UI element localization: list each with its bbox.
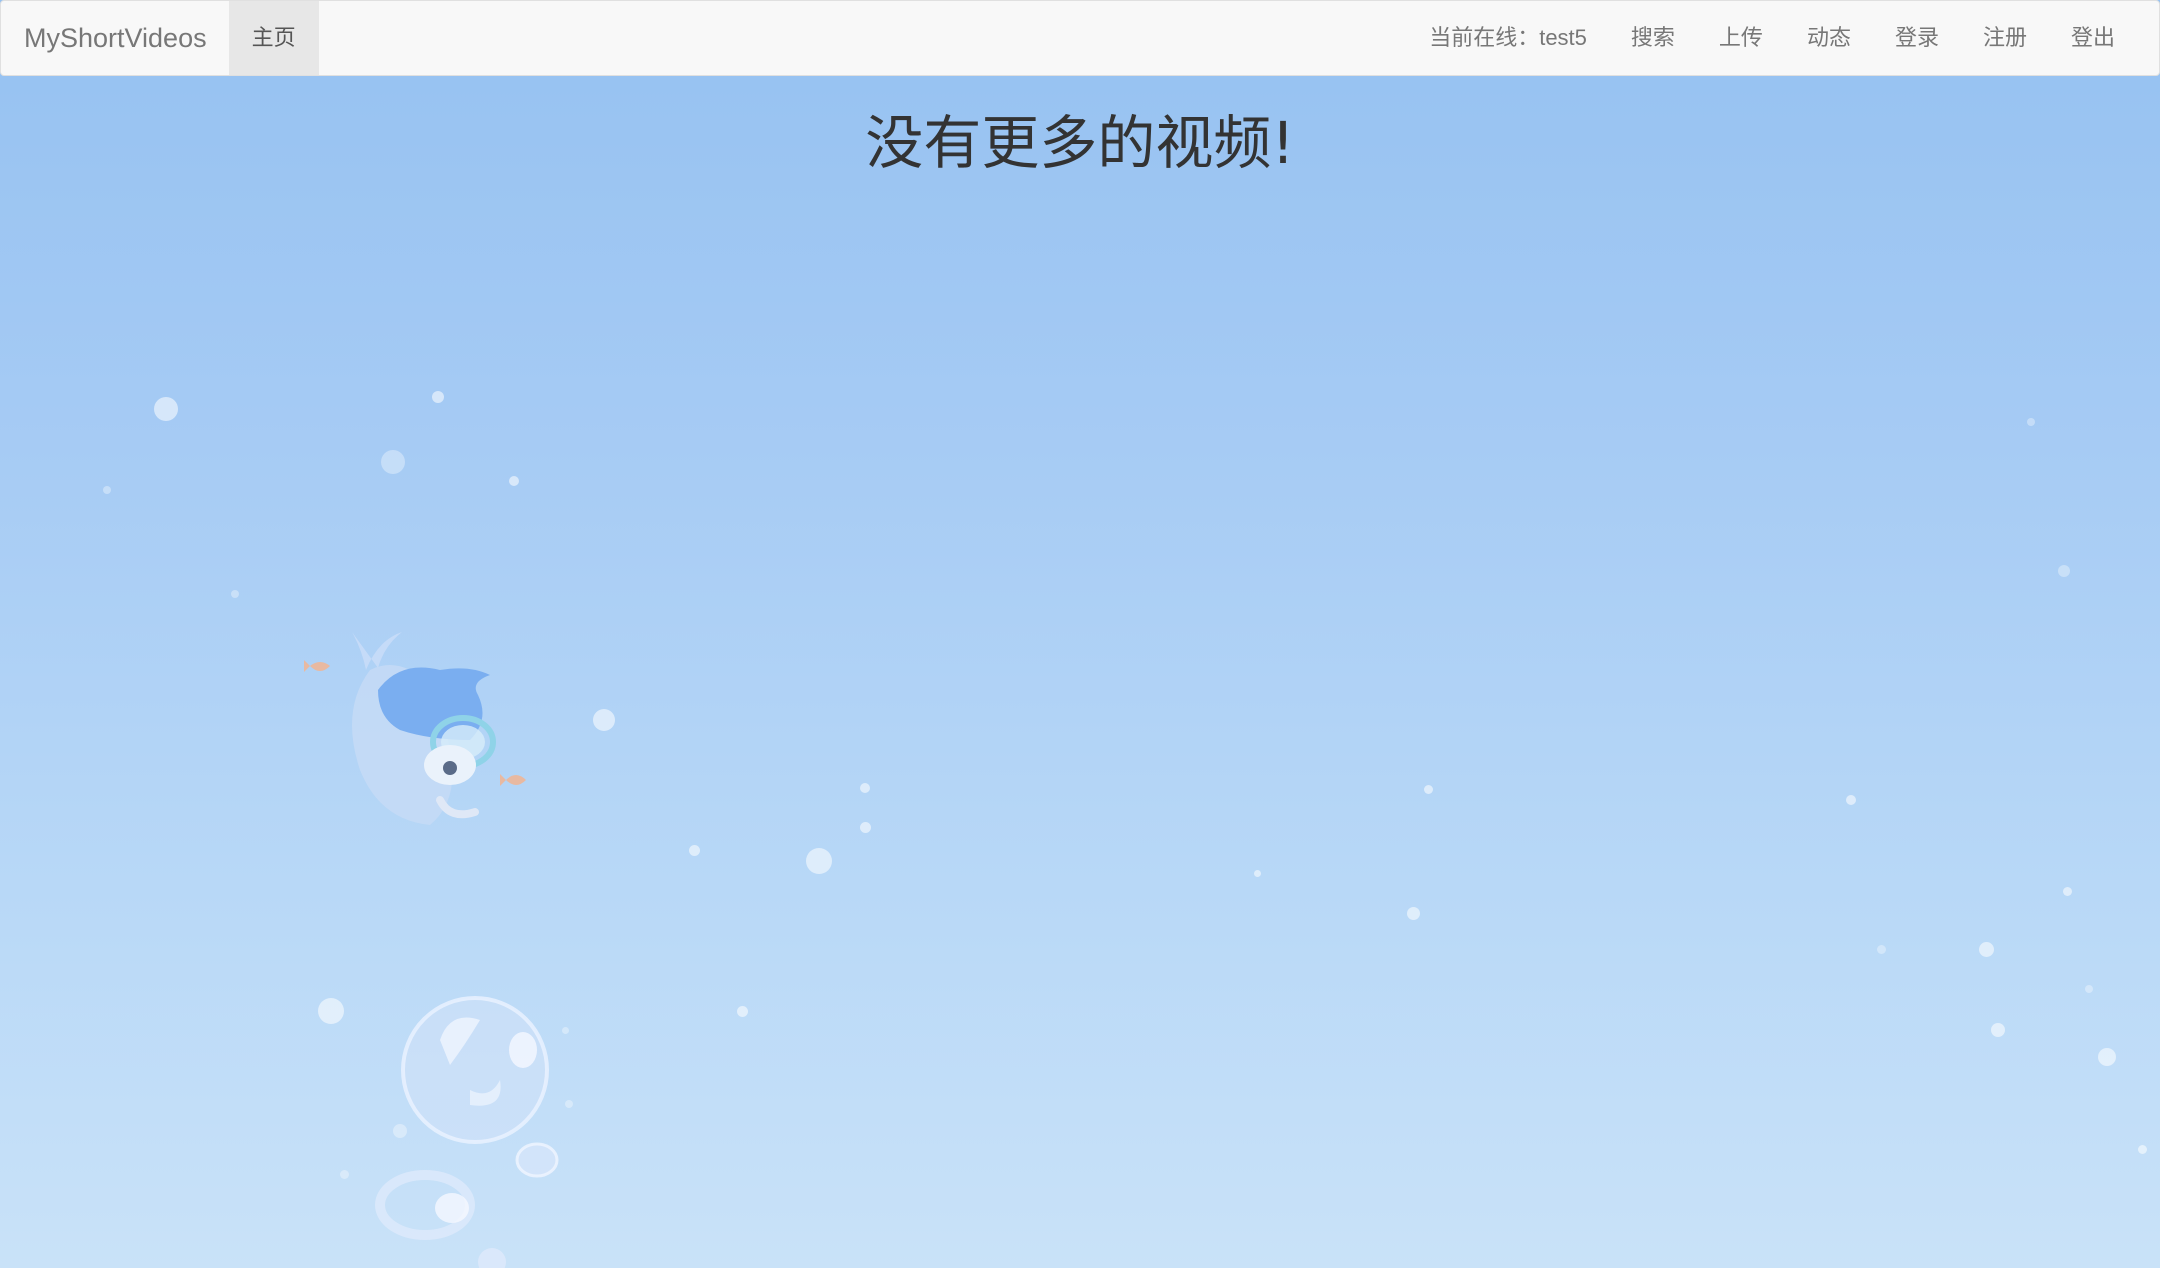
bubble-icon xyxy=(2058,565,2070,577)
nav-login-link[interactable]: 登录 xyxy=(1873,1,1961,75)
nav-home-active[interactable]: 主页 xyxy=(228,1,319,75)
navbar-right: 当前在线：test5 搜索 上传 动态 登录 注册 登出 xyxy=(1407,1,2159,75)
nav-register-link[interactable]: 注册 xyxy=(1961,1,2049,75)
large-bubbles-icon xyxy=(375,996,559,1268)
navbar-left: MyShortVideos 主页 xyxy=(1,1,319,75)
bubble-icon xyxy=(2098,1048,2116,1066)
no-more-videos-message: 没有更多的视频! xyxy=(865,109,1295,177)
bubble-icon xyxy=(1979,942,1994,957)
bubble-icon xyxy=(2085,985,2093,993)
online-user-status: 当前在线：test5 xyxy=(1429,25,1587,50)
bubble-icon xyxy=(432,391,444,403)
bubble-icon xyxy=(1407,907,1420,920)
bubble-icon xyxy=(509,476,519,486)
bubble-icon xyxy=(2063,887,2072,896)
whale-mascot-icon xyxy=(304,632,526,825)
bubble-icon xyxy=(1877,945,1886,954)
bubble-icon xyxy=(318,998,344,1024)
bubble-icon xyxy=(2027,418,2035,426)
bubble-icon xyxy=(1424,785,1433,794)
bubble-icon xyxy=(1991,1023,2005,1037)
bubble-icon xyxy=(154,397,178,421)
bubble-icon xyxy=(2138,1145,2147,1154)
bubble-icon xyxy=(860,822,871,833)
bubble-icon xyxy=(860,783,870,793)
bubble-icon xyxy=(381,450,405,474)
bubble-icon xyxy=(593,709,615,731)
bubble-icon xyxy=(1254,870,1261,877)
bubble-icon xyxy=(103,486,111,494)
nav-logout-link[interactable]: 登出 xyxy=(2049,1,2137,75)
bubble-icon xyxy=(737,1006,748,1017)
nav-feed-link[interactable]: 动态 xyxy=(1785,1,1873,75)
brand-link[interactable]: MyShortVideos xyxy=(1,1,229,75)
nav-upload-link[interactable]: 上传 xyxy=(1697,1,1785,75)
bubble-icon xyxy=(689,845,700,856)
bubble-icon xyxy=(231,590,239,598)
bubble-icon xyxy=(340,1170,349,1179)
nav-search-link[interactable]: 搜索 xyxy=(1609,1,1697,75)
top-navbar: MyShortVideos 主页 当前在线：test5 搜索 上传 动态 登录 … xyxy=(0,0,2160,76)
bubble-icon xyxy=(806,848,832,874)
bubble-icon xyxy=(1846,795,1856,805)
